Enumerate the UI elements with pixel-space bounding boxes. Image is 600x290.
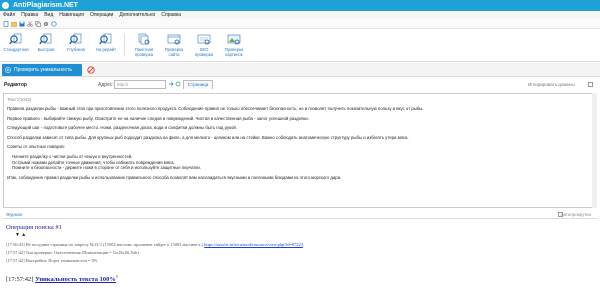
seo-check-button[interactable]: SEO проверка bbox=[190, 33, 218, 57]
editor-label: Редактор bbox=[4, 82, 27, 88]
save-icon[interactable] bbox=[19, 21, 25, 27]
menu-extra[interactable]: Дополнительно bbox=[116, 11, 158, 19]
copy-icon[interactable] bbox=[35, 21, 41, 27]
image-check-button[interactable]: Проверка картинок bbox=[220, 33, 248, 57]
go-icon[interactable] bbox=[168, 81, 174, 87]
text-paragraph: Итак, соблюдение правил разделки рыбы и … bbox=[7, 174, 342, 180]
ribbon-separator bbox=[124, 34, 125, 56]
menu-edit[interactable]: Правка bbox=[18, 11, 41, 19]
seo-check-icon bbox=[197, 34, 211, 45]
journal-label: Журнал bbox=[6, 212, 23, 217]
log-line: [17:57:42] Тип проверки: Ожесточенная (П… bbox=[6, 250, 139, 255]
text-counter: Текст(1043) bbox=[7, 97, 32, 102]
address-row: Редактор Адрес: http:// Страница Игнорир… bbox=[0, 79, 600, 91]
menu-navigation[interactable]: Навигация bbox=[56, 11, 87, 19]
uniqueness-result: [17:57:42] Уникальность текста 100%0 bbox=[6, 274, 118, 284]
refresh-page-icon[interactable] bbox=[175, 81, 181, 87]
menu-operations[interactable]: Операции bbox=[87, 11, 116, 19]
stop-icon[interactable] bbox=[87, 66, 95, 74]
play-icon bbox=[5, 67, 11, 73]
site-check-button[interactable]: Проверка сайта bbox=[160, 33, 188, 57]
ignore-domains-checkbox[interactable] bbox=[588, 82, 593, 87]
journal-log: Операция поиска #1 ▼ ▲ [17:56:43] Не пос… bbox=[3, 221, 597, 289]
ignore-domains-label: Игнорировать домены bbox=[528, 82, 575, 87]
check-standard-button[interactable]: Стандартная bbox=[2, 33, 30, 52]
check-fast-button[interactable]: Быстрая bbox=[32, 33, 60, 52]
sort-arrows[interactable]: ▼ ▲ bbox=[15, 233, 26, 238]
batch-check-button[interactable]: Пакетная проверка bbox=[130, 33, 158, 57]
check-uniqueness-button[interactable]: Проверить уникальность bbox=[2, 64, 82, 76]
magnifier-document-icon bbox=[39, 33, 52, 45]
app-title: AntiPlagiarism.NET bbox=[13, 2, 78, 9]
check-rewrite-button[interactable]: На рерайт bbox=[92, 33, 120, 52]
menu-help[interactable]: Справка bbox=[158, 11, 184, 19]
menu-file[interactable]: Файл bbox=[0, 11, 18, 19]
cut-icon[interactable] bbox=[27, 21, 33, 27]
log-line: [17:57:42] Настройки: Порог уникальности… bbox=[6, 258, 98, 263]
log-line: [17:56:43] Не посудина страница по запро… bbox=[6, 242, 303, 247]
refresh-icon[interactable] bbox=[51, 21, 57, 27]
uniqueness-value[interactable]: Уникальность текста 100% bbox=[35, 276, 116, 283]
site-check-icon bbox=[167, 34, 181, 45]
app-logo-icon bbox=[2, 2, 9, 9]
log-link[interactable]: https://susofic.info/ru/mod/resource/vie… bbox=[204, 242, 303, 247]
action-bar: Проверить уникальность bbox=[0, 63, 600, 77]
vertical-scrollbar[interactable] bbox=[592, 93, 597, 208]
text-paragraph: Правила разделки рыбы - важный этап при … bbox=[7, 106, 424, 111]
title-bar: AntiPlagiarism.NET bbox=[0, 0, 600, 11]
text-tip: Помните о безопасности - держите ножи в … bbox=[12, 165, 201, 171]
address-label: Адрес: bbox=[98, 82, 114, 88]
text-paragraph: Советы от опытных поваров: bbox=[7, 144, 65, 150]
address-input[interactable]: http:// bbox=[114, 80, 166, 89]
new-file-icon[interactable] bbox=[3, 21, 9, 27]
settings-icon[interactable] bbox=[43, 21, 49, 27]
menu-bar: Файл Правка Вид Навигация Операции Дополнител… bbox=[0, 11, 600, 19]
text-editor[interactable]: Текст(1043) Правила разделки рыбы - важн… bbox=[3, 93, 597, 208]
quick-toolbar bbox=[0, 19, 600, 29]
menu-view[interactable]: Вид bbox=[41, 11, 56, 19]
magnifier-document-icon bbox=[9, 33, 22, 45]
check-deep-button[interactable]: Глубокая bbox=[62, 33, 90, 52]
text-body: Правила разделки рыбы - важный этап при … bbox=[7, 106, 593, 184]
image-check-icon bbox=[227, 34, 241, 45]
text-paragraph: Способ разделки зависит от типа рыбы. Дл… bbox=[7, 134, 409, 140]
tab-page[interactable]: Страница bbox=[183, 80, 213, 89]
magnifier-document-icon bbox=[69, 33, 82, 45]
operation-title: Операция поиска #1 bbox=[6, 224, 62, 231]
text-paragraph: Первое правило - выбирайте свежую рыбу. … bbox=[7, 115, 309, 121]
batch-check-icon bbox=[138, 33, 150, 45]
ribbon-toolbar: Стандартная Быстрая Глубокая На рерайт П… bbox=[0, 30, 600, 62]
autoscroll-label: Автопрокрутка bbox=[560, 212, 591, 217]
open-file-icon[interactable] bbox=[11, 21, 17, 27]
text-paragraph: Следующий шаг - подготовьте рабочее мест… bbox=[7, 125, 238, 131]
magnifier-document-icon bbox=[99, 33, 112, 45]
journal-header: Журнал Автопрокрутка bbox=[3, 211, 597, 219]
